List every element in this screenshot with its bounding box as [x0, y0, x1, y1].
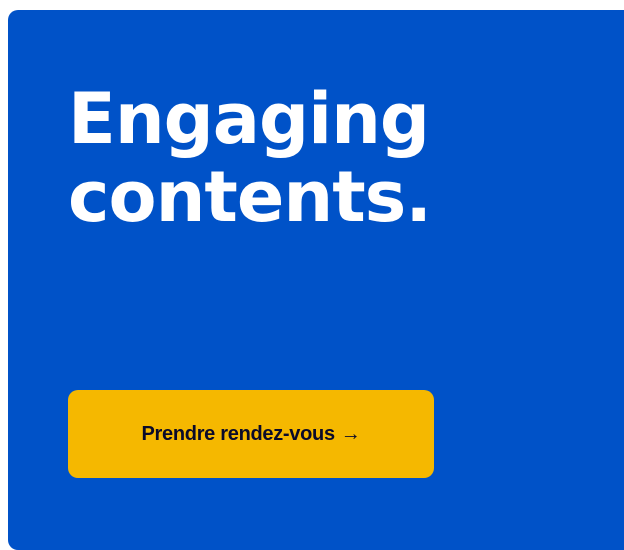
hero-card: Engaging contents. Prendre rendez-vous → — [8, 10, 624, 550]
book-appointment-button[interactable]: Prendre rendez-vous → — [68, 390, 434, 478]
headline-line-1: Engaging — [68, 78, 430, 160]
book-appointment-label: Prendre rendez-vous — [141, 422, 336, 445]
headline-line-2: contents. — [68, 156, 432, 238]
arrow-right-icon: → — [340, 422, 361, 445]
hero-headline: Engaging contents. — [68, 78, 432, 238]
